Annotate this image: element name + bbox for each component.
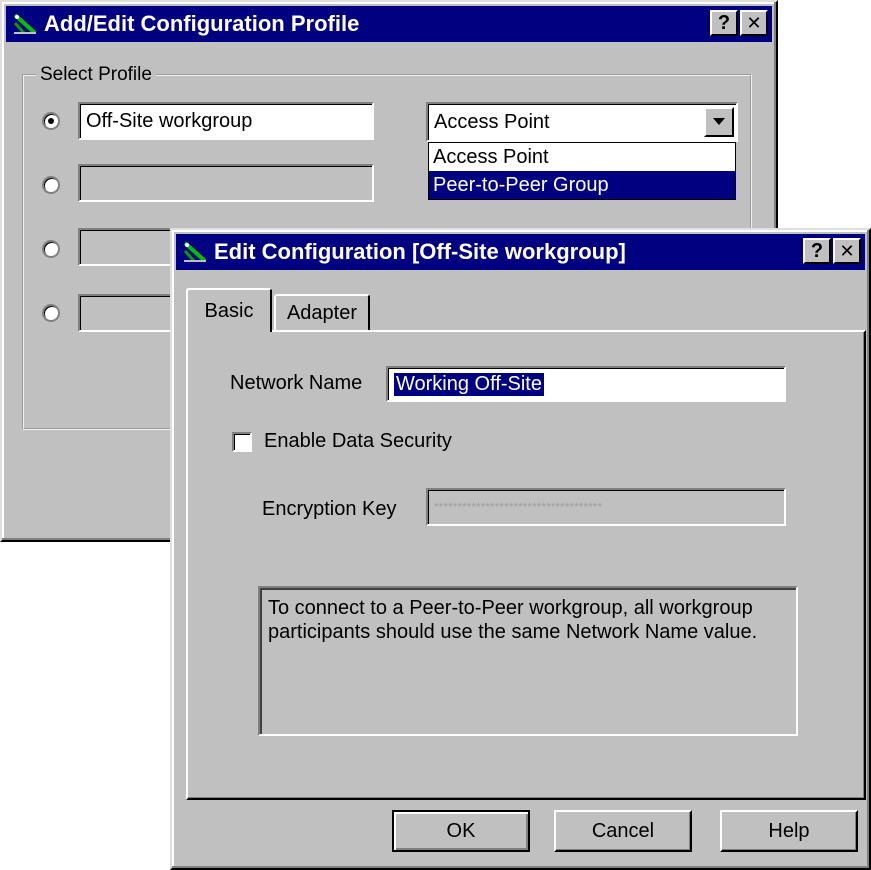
profile-name-input-1[interactable]: Off-Site workgroup: [78, 102, 374, 140]
profile-radio-1[interactable]: [42, 112, 60, 130]
encryption-key-label: Encryption Key: [262, 498, 397, 520]
network-name-value: Working Off-Site: [394, 372, 544, 396]
profile-radio-2[interactable]: [42, 176, 60, 194]
title-bar: Edit Configuration [Off-Site workgroup] …: [176, 234, 865, 270]
dialog-title: Edit Configuration [Off-Site workgroup]: [214, 239, 626, 264]
help-button[interactable]: ?: [803, 238, 831, 264]
dialog-title: Add/Edit Configuration Profile: [44, 11, 360, 36]
connection-type-select[interactable]: Access Point: [426, 102, 738, 142]
enable-security-checkbox[interactable]: [232, 432, 252, 452]
close-button[interactable]: ✕: [833, 238, 861, 264]
info-box: To connect to a Peer-to-Peer workgroup, …: [258, 586, 798, 736]
help-button[interactable]: ?: [710, 10, 738, 36]
chevron-down-icon[interactable]: [704, 107, 734, 137]
connection-type-list: Access Point Peer-to-Peer Group: [428, 142, 736, 200]
edit-configuration-dialog: Edit Configuration [Off-Site workgroup] …: [170, 228, 871, 870]
profile-radio-4[interactable]: [42, 304, 60, 322]
help-button-bottom[interactable]: Help: [720, 810, 858, 852]
select-value: Access Point: [434, 110, 550, 133]
encryption-key-input[interactable]: ************************************: [426, 488, 786, 526]
select-profile-label: Select Profile: [36, 64, 156, 86]
network-signal-icon: [13, 13, 37, 35]
profile-name-input-2[interactable]: [78, 164, 374, 202]
close-button[interactable]: ✕: [740, 10, 768, 36]
cancel-button[interactable]: Cancel: [554, 810, 692, 852]
tab-adapter[interactable]: Adapter: [274, 294, 370, 330]
profile-radio-3[interactable]: [42, 240, 60, 258]
ok-button[interactable]: OK: [392, 810, 530, 852]
option-peer-to-peer[interactable]: Peer-to-Peer Group: [429, 171, 735, 199]
option-access-point[interactable]: Access Point: [429, 143, 735, 171]
network-name-label: Network Name: [230, 372, 363, 394]
network-signal-icon: [183, 241, 207, 263]
title-bar: Add/Edit Configuration Profile ? ✕: [6, 6, 772, 42]
tab-basic[interactable]: Basic: [186, 288, 272, 332]
enable-security-label[interactable]: Enable Data Security: [264, 430, 452, 453]
network-name-input[interactable]: Working Off-Site: [386, 366, 786, 402]
